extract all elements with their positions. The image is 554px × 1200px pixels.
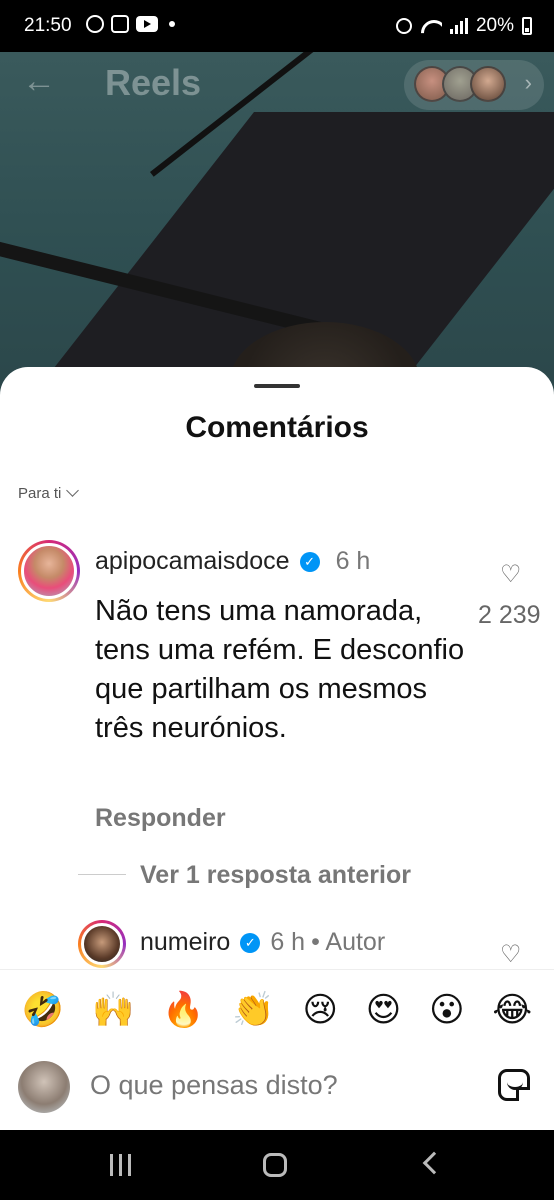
emoji-clapping[interactable]: 👏: [232, 990, 274, 1030]
comment-avatar[interactable]: [18, 540, 80, 602]
reply-time: 6 h: [270, 928, 306, 956]
signal-icon: [449, 18, 468, 34]
back-icon[interactable]: [422, 1151, 446, 1175]
chevron-right-icon: ›: [524, 70, 532, 95]
chevron-down-icon: [66, 484, 80, 497]
comments-sheet: Comentários Para ti apipocamaisdoce ✓ 6 …: [0, 367, 554, 1130]
emoji-joy[interactable]: 😂: [492, 990, 532, 1030]
comment-username[interactable]: apipocamaisdoce: [95, 547, 290, 576]
emoji-surprised[interactable]: 😮: [429, 990, 464, 1030]
wifi-icon: [420, 18, 442, 34]
home-icon[interactable]: [263, 1153, 287, 1177]
like-count: 2 239: [478, 601, 541, 629]
system-nav-bar: [0, 1130, 554, 1200]
emoji-reaction-bar: 🤣 🙌 🔥 👏 😢 😍 😮 😂: [0, 969, 554, 1049]
emoji-raised-hands[interactable]: 🙌: [92, 990, 134, 1030]
battery-icon: [522, 17, 532, 35]
sheet-drag-handle[interactable]: [254, 384, 300, 388]
reply-header: numeiro ✓ 6 h • Autor: [140, 928, 385, 957]
battery-percentage: 20%: [475, 15, 514, 36]
comment-time: 6 h: [335, 547, 371, 575]
friend-avatar: [470, 66, 506, 102]
sticker-icon[interactable]: [498, 1069, 530, 1101]
comment-header: apipocamaisdoce ✓ 6 h: [95, 547, 370, 576]
page-title: Reels: [105, 62, 202, 103]
recents-icon[interactable]: [108, 1154, 132, 1176]
reels-header: ← Reels ›: [0, 52, 554, 112]
replies-divider: [78, 874, 126, 875]
back-arrow-icon[interactable]: ←: [22, 64, 62, 98]
emoji-fire[interactable]: 🔥: [162, 990, 204, 1030]
youtube-icon: [136, 16, 158, 32]
emoji-crying[interactable]: 😢: [303, 990, 338, 1030]
chrome-icon: [86, 15, 104, 33]
verified-badge-icon: ✓: [240, 932, 261, 953]
more-notifications-dot-icon: [169, 21, 175, 27]
author-tag: • Autor: [311, 928, 386, 956]
sort-label: Para ti: [18, 485, 62, 502]
comment-input[interactable]: [90, 1065, 470, 1105]
sheet-title: Comentários: [185, 411, 369, 444]
alarm-icon: [395, 18, 412, 34]
emoji-heart-eyes[interactable]: 😍: [366, 990, 401, 1030]
reply-avatar[interactable]: [78, 920, 126, 968]
system-status: 20%: [395, 15, 532, 37]
comment-text: Não tens uma namorada, tens uma refém. E…: [95, 595, 465, 744]
view-replies-button[interactable]: Ver 1 resposta anterior: [140, 861, 411, 890]
like-heart-icon[interactable]: ♡: [500, 563, 522, 587]
notification-icons: [86, 15, 175, 33]
instagram-icon: [111, 15, 129, 33]
status-bar: 21:50 20%: [0, 0, 554, 52]
verified-badge-icon: ✓: [299, 551, 320, 572]
reply-button[interactable]: Responder: [95, 804, 226, 833]
sort-dropdown[interactable]: Para ti: [18, 484, 80, 502]
status-time: 21:50: [24, 15, 72, 36]
avatar: [18, 1061, 70, 1113]
like-heart-icon[interactable]: ♡: [500, 943, 522, 967]
comment-composer: [0, 1049, 554, 1130]
friends-activity-pill[interactable]: ›: [404, 60, 544, 110]
emoji-rofl[interactable]: 🤣: [22, 990, 64, 1030]
reply-username[interactable]: numeiro: [140, 928, 230, 957]
